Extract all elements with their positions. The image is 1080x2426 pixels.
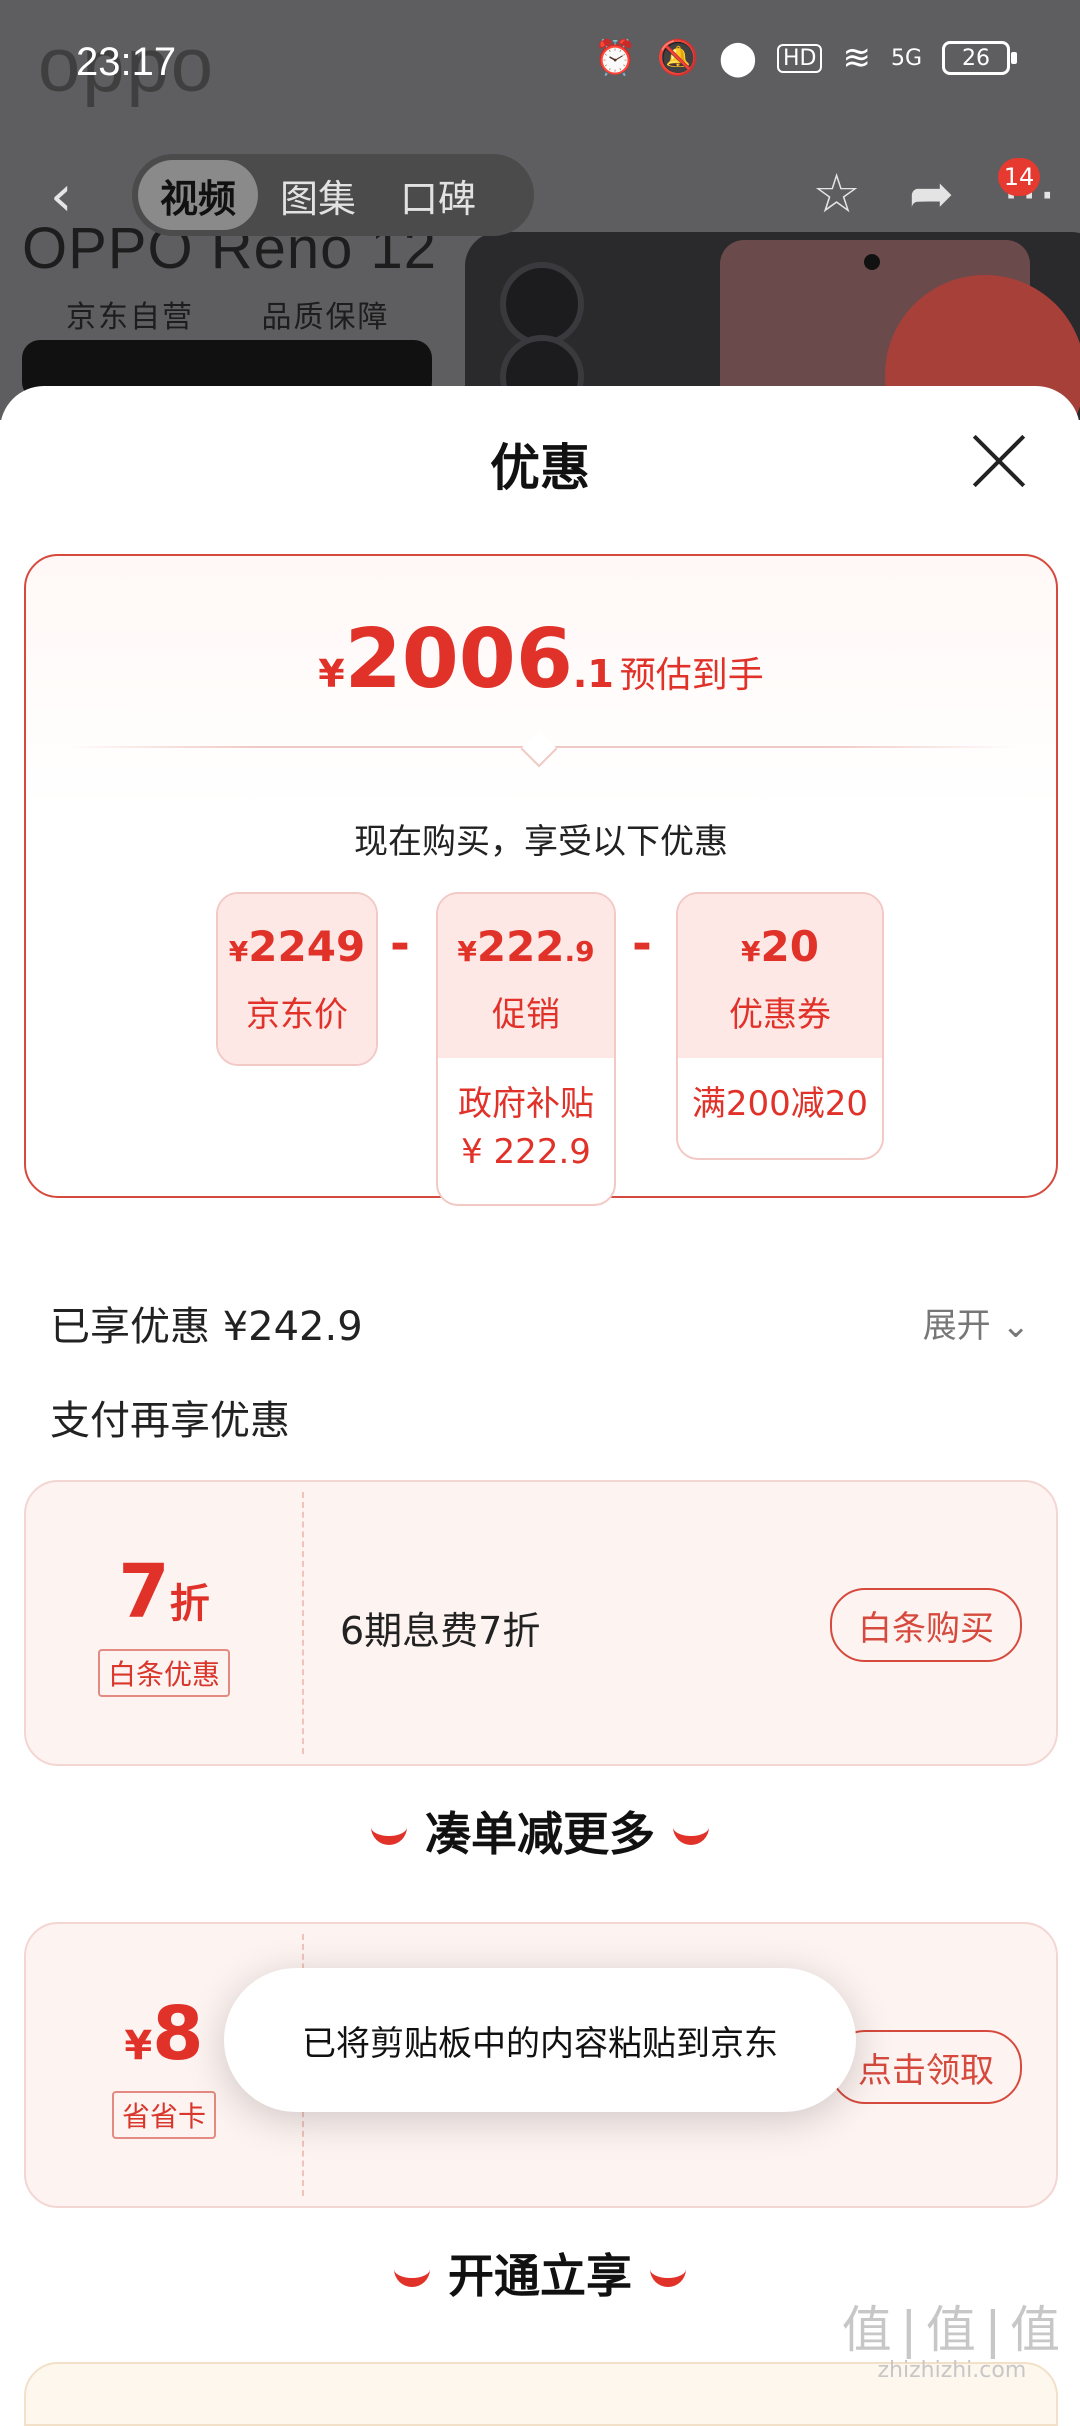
top-nav: ‹ 视频 图集 口碑 ☆ ➦ ⋯ 14 [0, 150, 1080, 240]
clipboard-toast: 已将剪贴板中的内容粘贴到京东 [224, 1968, 856, 2112]
coupon-condition: 满200减20 [691, 1084, 869, 1124]
section-more-heading: 凑单减更多 [0, 1798, 1080, 1864]
smile-icon [394, 2260, 430, 2287]
chevron-down-icon: ⌄ [1001, 1306, 1031, 1346]
subsidy-value: ¥ 222.9 [461, 1132, 591, 1172]
divider-notch [520, 730, 558, 768]
minus-sign: - [632, 916, 652, 972]
now-buy-text: 现在购买，享受以下优惠 [354, 822, 728, 862]
close-icon[interactable] [970, 432, 1028, 490]
expand-button[interactable]: 展开 ⌄ [923, 1298, 1030, 1347]
watermark-logo: 值|值|值 [841, 2301, 1062, 2359]
baitiao-buy-button[interactable]: 白条购买 [830, 1588, 1022, 1662]
baitiao-discount: 7折 [118, 1549, 210, 1635]
mute-icon: 🔕 [656, 38, 699, 78]
signal-icon: 5G [890, 45, 922, 71]
tab-reviews[interactable]: 口碑 [378, 160, 498, 230]
smile-icon [673, 1818, 709, 1845]
baitiao-tag: 白条优惠 [97, 1649, 230, 1697]
location-icon: ⬤ [718, 38, 757, 78]
baitiao-description: 6期息费7折 [340, 1609, 541, 1653]
subsidy-detail: 政府补贴 ¥ 222.9 [438, 1058, 614, 1176]
coupon-card: ¥20 优惠券 满200减20 [676, 892, 884, 1160]
tag-quality: 品质保障 [261, 300, 390, 335]
jd-price-amount: ¥2249 [228, 922, 366, 971]
saver-card-value: ¥8 [124, 1991, 204, 2077]
hd-icon: HD [776, 43, 823, 73]
share-icon[interactable]: ➦ [909, 162, 954, 225]
status-bar: 23:17 ⏰ 🔕 ⬤ HD ≋ 5G 26 [0, 0, 1080, 120]
estimated-price: ¥2006.1 预估到手 [26, 612, 1056, 707]
tab-gallery[interactable]: 图集 [258, 160, 378, 230]
promotion-label: 促销 [492, 995, 560, 1035]
baitiao-offer: 7折 白条优惠 6期息费7折 白条购买 [24, 1480, 1058, 1766]
status-time: 23:17 [76, 40, 177, 84]
media-tabs: 视频 图集 口碑 [132, 154, 534, 236]
minus-sign: - [390, 916, 410, 972]
tag-self-operated: 京东自营 [66, 300, 194, 335]
promotion-card: ¥222.9 促销 政府补贴 ¥ 222.9 [436, 892, 616, 1206]
battery-icon: 26 [942, 41, 1017, 75]
claim-button[interactable]: 点击领取 [830, 2030, 1022, 2104]
estimated-price-label: 预估到手 [619, 655, 764, 696]
back-arrow-icon[interactable]: ‹ [50, 164, 72, 229]
status-icons: ⏰ 🔕 ⬤ HD ≋ 5G 26 [594, 38, 1017, 78]
tab-video[interactable]: 视频 [138, 160, 259, 230]
saver-card-tag: 省省卡 [111, 2091, 216, 2139]
front-camera [864, 254, 880, 270]
sheet-title: 优惠 [490, 439, 590, 497]
enjoyed-discount: 已享优惠 ¥242.9 [50, 1304, 363, 1350]
watermark: 值|值|值 zhizhizhi.com [842, 2290, 1062, 2383]
promotion-amount: ¥222.9 [457, 922, 595, 971]
smile-icon [371, 1818, 407, 1845]
message-badge: 14 [998, 158, 1040, 196]
subsidy-title: 政府补贴 [458, 1084, 594, 1124]
product-tags: 京东自营 品质保障 [66, 292, 446, 336]
coupon-label: 优惠券 [729, 995, 831, 1035]
jd-price-label: 京东价 [246, 995, 348, 1035]
coupon-amount: ¥20 [741, 922, 819, 971]
price-breakdown: ¥2006.1 预估到手 现在购买，享受以下优惠 ¥2249 京东价 - ¥222… [24, 554, 1058, 1206]
pay-more-heading: 支付再享优惠 [50, 1398, 290, 1444]
dashed-separator [302, 1492, 304, 1754]
nav-actions: ☆ ➦ ⋯ 14 [812, 158, 1056, 225]
star-icon[interactable]: ☆ [812, 162, 860, 225]
estimated-price-decimal: .1 [572, 652, 614, 696]
alarm-icon: ⏰ [594, 38, 637, 78]
jd-price-card: ¥2249 京东价 [216, 892, 378, 1066]
currency-symbol: ¥ [318, 652, 345, 696]
more-icon[interactable]: ⋯ 14 [998, 158, 1056, 225]
wifi-icon: ≋ [842, 38, 871, 78]
smile-icon [650, 2260, 686, 2287]
camera-lens [500, 262, 584, 346]
estimated-price-integer: 2006 [344, 612, 573, 707]
